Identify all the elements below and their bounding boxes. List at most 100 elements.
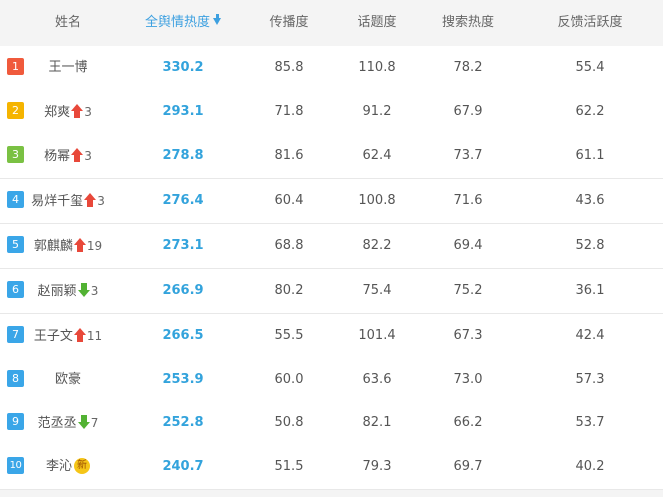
rank-up-icon [71,148,84,162]
name-cell: 王子文 11 [18,314,118,358]
table-row[interactable]: 4 易烊千玺 3 276.4 60.4 100.8 71.6 43.6 [0,179,663,224]
rank-change: 3 [97,194,105,208]
topic-value: 79.3 [362,459,392,474]
search-value: 73.7 [453,148,483,163]
celebrity-name[interactable]: 赵丽颖 [38,284,77,299]
header-name[interactable]: 姓名 [18,0,118,45]
rank-down-icon [77,283,90,297]
table-row[interactable]: 9 范丞丞 7 252.8 50.8 82.1 66.2 53.7 [0,401,663,446]
search-value: 73.0 [453,372,483,387]
search-value: 78.2 [453,60,483,75]
name-cell: 郑爽 3 [18,90,118,134]
spread-value: 60.0 [274,372,304,387]
ranking-table: 姓名 全舆情热度 传播度 话题度 搜索热度 反馈活跃度 1 王一博 330.2 85.… [0,0,663,497]
header-search-label: 搜索热度 [441,15,494,30]
feedback-value: 57.3 [575,372,605,387]
overall-heat-value: 266.9 [162,283,204,298]
topic-value: 91.2 [362,104,392,119]
celebrity-name[interactable]: 欧豪 [55,372,81,387]
topic-value: 63.6 [362,372,392,387]
topic-value: 100.8 [358,193,396,208]
name-cell: 郭麒麟 19 [18,224,118,268]
topic-value: 82.1 [362,415,392,430]
overall-heat-value: 293.1 [162,104,204,119]
header-search[interactable]: 搜索热度 [426,0,510,45]
feedback-value: 40.2 [575,459,605,474]
table-header: 姓名 全舆情热度 传播度 话题度 搜索热度 反馈活跃度 [0,0,663,45]
table-row[interactable]: 2 郑爽 3 293.1 71.8 91.2 67.9 62.2 [0,90,663,135]
celebrity-name[interactable]: 郑爽 [44,105,70,120]
spread-value: 85.8 [274,60,304,75]
celebrity-name[interactable]: 王一博 [48,60,87,75]
search-value: 67.3 [453,328,483,343]
new-badge: 新 [74,457,90,474]
name-cell: 欧豪 [18,358,118,402]
table-row[interactable]: 5 郭麒麟 19 273.1 68.8 82.2 69.4 52.8 [0,224,663,269]
spread-value: 81.6 [274,148,304,163]
celebrity-name[interactable]: 易烊千玺 [31,194,83,209]
rank-change: 19 [86,239,103,253]
rank-change: 11 [86,329,103,343]
rank-change: 3 [84,105,92,119]
celebrity-name[interactable]: 杨幂 [44,149,70,164]
header-name-label: 姓名 [54,15,81,30]
table-row[interactable]: 7 王子文 11 266.5 55.5 101.4 67.3 42.4 [0,314,663,359]
header-spread[interactable]: 传播度 [249,0,329,45]
table-row[interactable]: 3 杨幂 3 278.8 81.6 62.4 73.7 61.1 [0,134,663,179]
feedback-value: 55.4 [575,60,605,75]
spread-value: 68.8 [274,238,304,253]
search-value: 71.6 [453,193,483,208]
rank-up-icon [73,238,86,252]
rank-change: 3 [84,149,92,163]
feedback-value: 62.2 [575,104,605,119]
rank-change: 3 [90,284,99,298]
feedback-value: 61.1 [575,148,605,163]
header-overall-label: 全舆情热度 [144,15,210,30]
rank-up-icon [71,104,84,118]
spread-value: 60.4 [274,193,304,208]
header-topic[interactable]: 话题度 [337,0,417,45]
name-cell: 范丞丞 7 [18,401,118,445]
table-row[interactable]: 1 王一博 330.2 85.8 110.8 78.2 55.4 [0,46,663,91]
spread-value: 50.8 [274,415,304,430]
celebrity-name[interactable]: 王子文 [34,329,73,344]
overall-heat-value: 276.4 [162,193,204,208]
name-cell: 赵丽颖 3 [18,269,118,313]
topic-value: 110.8 [358,60,396,75]
search-value: 66.2 [453,415,483,430]
spread-value: 71.8 [274,104,304,119]
name-cell: 王一博 [18,46,118,90]
overall-heat-value: 273.1 [162,238,204,253]
rank-down-icon [77,415,90,429]
header-overall-heat[interactable]: 全舆情热度 [128,0,238,45]
header-spread-label: 传播度 [269,15,309,30]
search-value: 69.4 [453,238,483,253]
search-value: 67.9 [453,104,483,119]
overall-heat-value: 278.8 [162,148,204,163]
topic-value: 82.2 [362,238,392,253]
search-value: 69.7 [453,459,483,474]
topic-value: 62.4 [362,148,392,163]
table-row[interactable]: 6 赵丽颖 3 266.9 80.2 75.4 75.2 36.1 [0,269,663,314]
header-feedback[interactable]: 反馈活跃度 [540,0,640,45]
topic-value: 75.4 [362,283,392,298]
overall-heat-value: 253.9 [162,372,204,387]
table-row[interactable]: 8 欧豪 253.9 60.0 63.6 73.0 57.3 [0,358,663,403]
topic-value: 101.4 [358,328,396,343]
rank-up-icon [84,193,97,207]
celebrity-name[interactable]: 郭麒麟 [34,239,73,254]
celebrity-name[interactable]: 李沁 [46,459,72,474]
table-row[interactable]: 10 李沁新 240.7 51.5 79.3 69.7 40.2 [0,445,663,490]
spread-value: 80.2 [274,283,304,298]
search-value: 75.2 [453,283,483,298]
feedback-value: 36.1 [575,283,605,298]
spread-value: 55.5 [274,328,304,343]
rank-up-icon [73,328,86,342]
overall-heat-value: 252.8 [162,415,204,430]
name-cell: 杨幂 3 [18,134,118,178]
feedback-value: 42.4 [575,328,605,343]
celebrity-name[interactable]: 范丞丞 [38,416,77,431]
rank-change: 7 [90,416,99,430]
feedback-value: 43.6 [575,193,605,208]
sort-desc-icon [213,14,221,25]
